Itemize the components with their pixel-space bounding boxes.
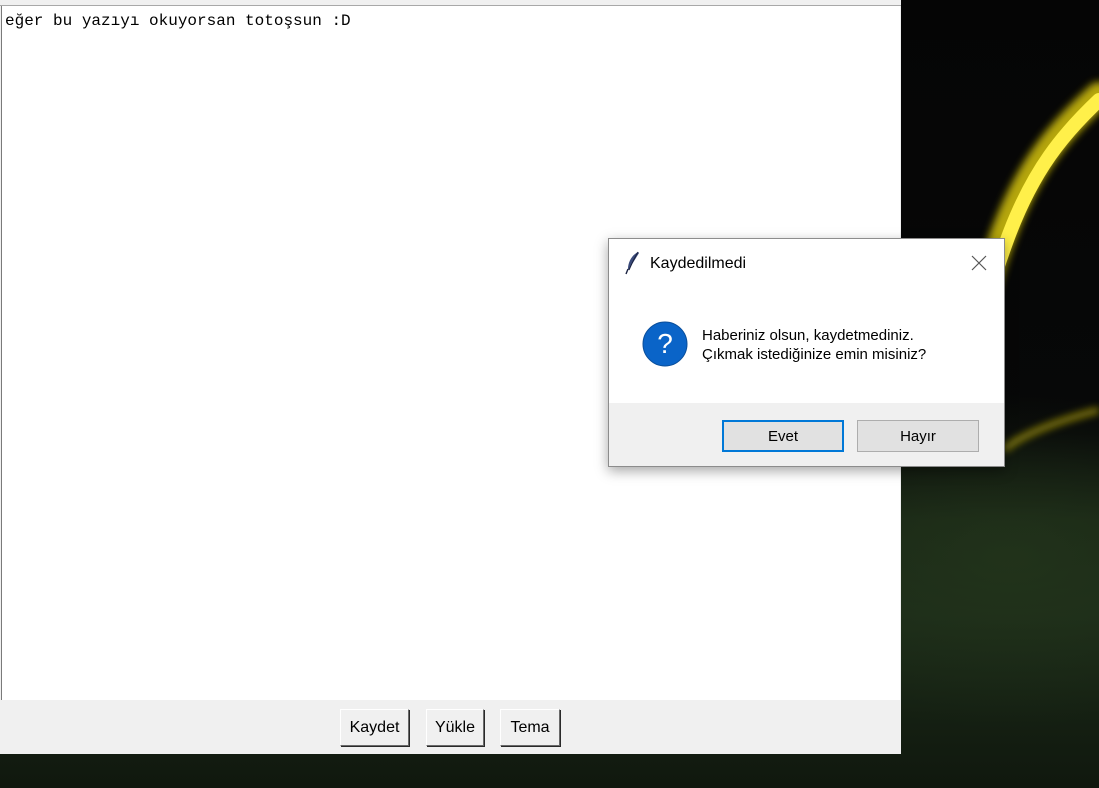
unsaved-dialog: Kaydedilmedi ? Haberiniz olsun, kaydetme… — [608, 238, 1005, 467]
svg-text:?: ? — [657, 328, 673, 359]
close-icon[interactable] — [965, 249, 993, 277]
dialog-title: Kaydedilmedi — [650, 255, 747, 272]
feather-icon — [624, 251, 642, 275]
dialog-message-line2: Çıkmak istediğinize emin misiniz? — [702, 346, 927, 363]
dialog-message: Haberiniz olsun, kaydetmediniz. Çıkmak i… — [702, 326, 926, 364]
theme-button[interactable]: Tema — [500, 709, 560, 746]
load-button[interactable]: Yükle — [426, 709, 484, 746]
question-icon: ? — [642, 321, 688, 367]
no-button[interactable]: Hayır — [857, 420, 979, 452]
dialog-message-line1: Haberiniz olsun, kaydetmediniz. — [702, 327, 914, 344]
save-button[interactable]: Kaydet — [340, 709, 409, 746]
yes-button[interactable]: Evet — [722, 420, 844, 452]
